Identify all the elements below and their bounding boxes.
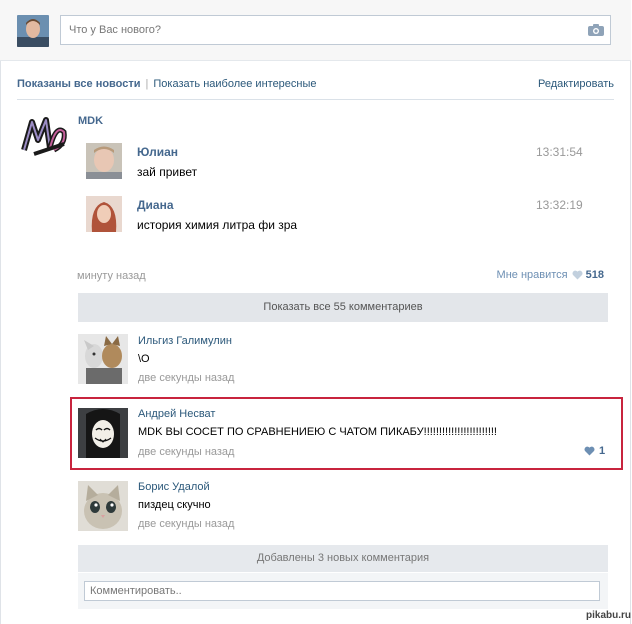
message-text: зай привет	[137, 165, 198, 179]
status-input[interactable]	[60, 15, 611, 45]
camera-icon[interactable]	[588, 24, 604, 36]
comment-composer	[78, 573, 608, 609]
comment-text: пиздец скучно	[138, 499, 211, 511]
group-name[interactable]: MDK	[78, 115, 103, 127]
message-text: история химия литра фи зра	[137, 218, 298, 232]
message-author-avatar[interactable]	[86, 196, 122, 232]
comment-author-avatar[interactable]	[78, 408, 128, 458]
comment-input[interactable]	[84, 581, 600, 601]
status-text-field[interactable]	[61, 16, 569, 44]
message-author-name[interactable]: Юлиан	[137, 145, 178, 159]
comment-like-count: 1	[599, 445, 606, 457]
post-like-button[interactable]: Мне нравится 518	[497, 269, 604, 281]
group-logo-mdk[interactable]	[20, 114, 70, 162]
current-user-avatar[interactable]	[17, 15, 49, 47]
message-author-name[interactable]: Диана	[137, 198, 174, 212]
heart-icon	[572, 270, 583, 280]
comment-time[interactable]: две секунды назад	[138, 372, 234, 384]
message-author-avatar[interactable]	[86, 143, 122, 179]
heart-icon	[584, 446, 595, 456]
show-all-comments-button[interactable]: Показать все 55 комментариев	[78, 293, 608, 322]
filter-all-news[interactable]: Показаны все новости	[17, 78, 141, 90]
edit-link[interactable]: Редактировать	[538, 78, 614, 90]
new-comments-notice[interactable]: Добавлены 3 новых комментария	[78, 545, 608, 572]
divider	[17, 99, 614, 100]
post-time[interactable]: минуту назад	[77, 270, 146, 282]
message-time: 13:31:54	[536, 145, 583, 159]
comment-author-name[interactable]: Андрей Несват	[138, 408, 215, 420]
comment-time[interactable]: две секунды назад	[138, 446, 234, 458]
news-filter-row: Показаны все новости | Показать наиболее и…	[17, 78, 614, 94]
frame-left-border	[0, 0, 1, 624]
comment-like-button[interactable]: 1	[584, 445, 605, 457]
message-time: 13:32:19	[536, 198, 583, 212]
like-count: 518	[585, 269, 604, 281]
filter-most-interesting[interactable]: Показать наиболее интересные	[153, 78, 316, 90]
comment-author-avatar[interactable]	[78, 481, 128, 531]
filter-separator: |	[145, 78, 149, 90]
like-label: Мне нравится	[496, 269, 568, 281]
comment-text: MDK ВЫ СОСЕТ ПО СРАВНЕНИЕЮ С ЧАТОМ ПИКАБ…	[138, 426, 497, 438]
frame-right-border	[630, 0, 631, 624]
comment-author-avatar[interactable]	[78, 334, 128, 384]
comment-text: \O	[138, 353, 150, 365]
comment-author-name[interactable]: Борис Удалой	[138, 481, 210, 493]
comment-time[interactable]: две секунды назад	[138, 518, 234, 530]
comment-author-name[interactable]: Ильгиз Галимулин	[138, 335, 232, 347]
watermark: pikabu.ru	[586, 610, 632, 621]
